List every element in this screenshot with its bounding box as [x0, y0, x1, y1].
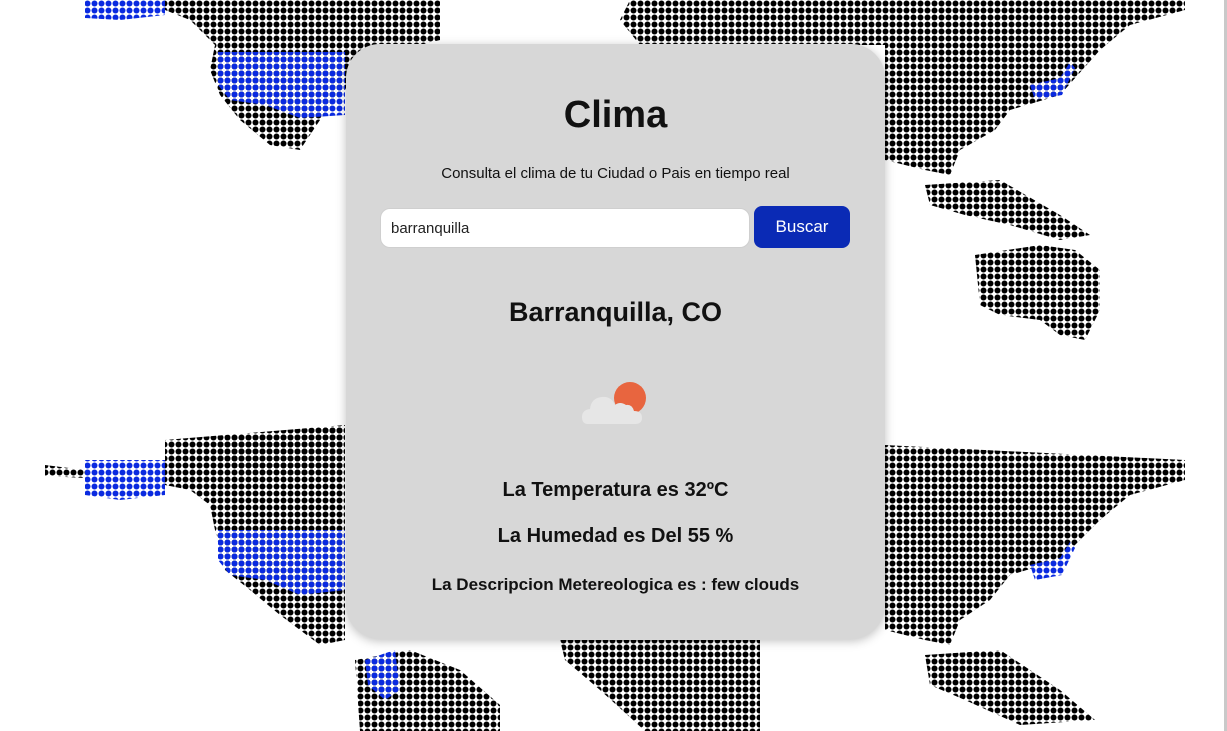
page-subtitle: Consulta el clima de tu Ciudad o Pais en…	[441, 165, 790, 182]
map-seasia-bottom	[925, 650, 1095, 725]
search-input[interactable]	[380, 208, 750, 248]
map-alaska-bottom	[85, 460, 165, 500]
map-europe-top	[620, 0, 885, 45]
humidity-text: La Humedad es Del 55 %	[497, 525, 734, 547]
city-name: Barranquilla, CO	[508, 297, 723, 327]
map-australia-top	[975, 245, 1100, 340]
map-africa-bottom	[560, 640, 760, 731]
weather-card: Clima Consulta el clima de tu Ciudad o P…	[346, 44, 885, 639]
map-alaska-top	[85, 0, 165, 20]
description-text: La Descripcion Metereologica es : few cl…	[431, 575, 800, 594]
search-button[interactable]: Buscar	[754, 206, 850, 248]
temperature-text: La Temperatura es 32ºC	[502, 479, 729, 501]
map-seasia-top	[925, 180, 1090, 240]
few-clouds-icon	[582, 382, 646, 424]
map-usa-bottom	[218, 530, 345, 595]
map-eurasia-bottom	[885, 445, 1185, 645]
page-title: Clima	[563, 94, 668, 136]
map-alaska-left-bottom	[45, 465, 85, 478]
